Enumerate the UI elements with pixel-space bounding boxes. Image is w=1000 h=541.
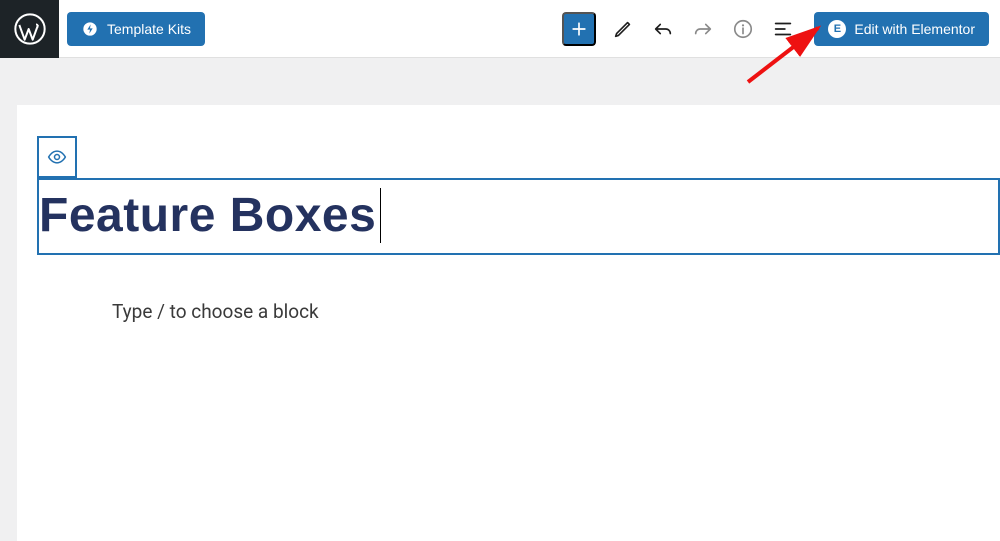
- undo-icon: [652, 18, 674, 40]
- block-placeholder[interactable]: Type / to choose a block: [112, 300, 319, 323]
- eye-icon: [47, 147, 67, 167]
- redo-icon: [692, 18, 714, 40]
- outline-icon: [772, 18, 794, 40]
- info-button[interactable]: [724, 10, 762, 48]
- edit-with-elementor-button[interactable]: E Edit with Elementor: [814, 12, 989, 46]
- template-kits-label: Template Kits: [107, 21, 191, 37]
- editor-canvas: Feature Boxes Type / to choose a block: [17, 105, 1000, 541]
- wordpress-icon: [14, 13, 46, 45]
- elementor-icon: E: [828, 20, 846, 38]
- edit-toggle-button[interactable]: [604, 10, 642, 48]
- bolt-icon: [81, 20, 99, 38]
- edit-with-elementor-label: Edit with Elementor: [854, 21, 975, 37]
- info-icon: [732, 18, 754, 40]
- page-title[interactable]: Feature Boxes: [39, 188, 376, 243]
- add-block-button[interactable]: [562, 12, 596, 46]
- wordpress-logo[interactable]: [0, 0, 59, 58]
- editor-toolbar: E Edit with Elementor: [562, 10, 989, 48]
- template-kits-button[interactable]: Template Kits: [67, 12, 205, 46]
- outline-button[interactable]: [764, 10, 802, 48]
- plus-icon: [569, 19, 589, 39]
- undo-button[interactable]: [644, 10, 682, 48]
- redo-button[interactable]: [684, 10, 722, 48]
- title-block[interactable]: Feature Boxes: [37, 178, 1000, 255]
- visibility-toggle[interactable]: [37, 136, 77, 178]
- editor-topbar: Template Kits E Edit with Elementor: [0, 0, 1000, 58]
- pencil-icon: [612, 18, 634, 40]
